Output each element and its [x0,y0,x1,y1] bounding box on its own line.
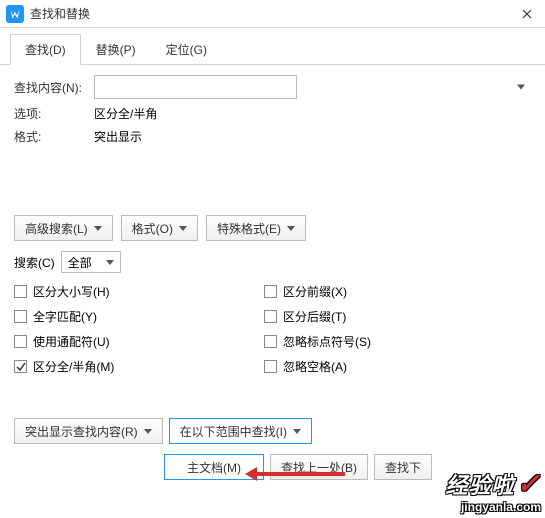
advanced-search-button[interactable]: 高级搜索(L) [14,215,113,241]
highlight-results-button[interactable]: 突出显示查找内容(R) [14,418,163,444]
find-content-label: 查找内容(N): [14,79,94,96]
window-title: 查找和替换 [30,5,515,22]
options-label: 选项: [14,105,94,122]
checkbox-ignore-space[interactable]: 忽略空格(A) [264,358,514,375]
app-icon [6,5,24,23]
options-value: 区分全/半角 [94,105,157,122]
chevron-down-icon [179,226,187,231]
find-next-button[interactable]: 查找下 [374,454,432,480]
chevron-down-icon [94,226,102,231]
tab-bar: 查找(D) 替换(P) 定位(G) [0,28,545,65]
checkbox-whole-word[interactable]: 全字匹配(Y) [14,308,264,325]
search-scope-select[interactable]: 全部 [61,251,121,273]
find-in-range-button[interactable]: 在以下范围中查找(I) [169,418,312,444]
chevron-down-icon [517,85,525,90]
format-button[interactable]: 格式(O) [121,215,198,241]
checkbox-wildcard[interactable]: 使用通配符(U) [14,333,264,350]
checkbox-prefix[interactable]: 区分前缀(X) [264,283,514,300]
format-label: 格式: [14,128,94,145]
close-button[interactable] [515,2,539,26]
special-format-button[interactable]: 特殊格式(E) [206,215,306,241]
format-value: 突出显示 [94,128,142,145]
checkbox-case[interactable]: 区分大小写(H) [14,283,264,300]
checkbox-ignore-punct[interactable]: 忽略标点符号(S) [264,333,514,350]
find-prev-button[interactable]: 查找上一处(B) [270,454,368,480]
main-document-button[interactable]: 主文档(M) [164,454,264,480]
tab-replace[interactable]: 替换(P) [81,34,151,64]
tab-goto[interactable]: 定位(G) [151,34,222,64]
chevron-down-icon [144,429,152,434]
chevron-down-icon [293,429,301,434]
find-content-input[interactable] [94,75,297,99]
chevron-down-icon [106,260,114,265]
search-scope-label: 搜索(C) [14,254,55,271]
checkbox-full-half-width[interactable]: 区分全/半角(M) [14,358,264,375]
checkbox-suffix[interactable]: 区分后缀(T) [264,308,514,325]
chevron-down-icon [287,226,295,231]
tab-find[interactable]: 查找(D) [10,34,81,65]
